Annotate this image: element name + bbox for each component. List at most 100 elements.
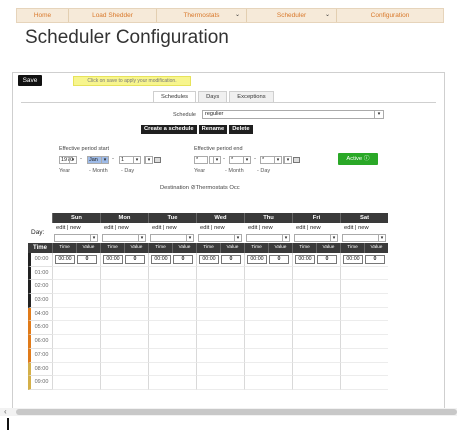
- schedule-cell[interactable]: [100, 294, 148, 308]
- day-select[interactable]: ▾: [294, 234, 338, 242]
- schedule-cell[interactable]: [244, 294, 292, 308]
- edit-new-link[interactable]: edit | new: [52, 223, 100, 233]
- schedule-cell[interactable]: 00:00 0: [340, 253, 388, 267]
- schedule-cell[interactable]: [52, 321, 100, 336]
- end-month-select[interactable]: * ▾: [229, 156, 251, 164]
- edit-new-link[interactable]: edit | new: [100, 223, 148, 233]
- schedule-cell[interactable]: [244, 280, 292, 295]
- schedule-cell[interactable]: [148, 362, 196, 377]
- schedule-cell[interactable]: [196, 376, 244, 390]
- schedule-cell[interactable]: [292, 335, 340, 349]
- edit-new-link[interactable]: edit | new: [196, 223, 244, 233]
- destination-value[interactable]: Thermostats Occ: [196, 185, 240, 191]
- start-year-select[interactable]: 1970 ▾: [59, 156, 77, 164]
- start-day-select[interactable]: 1 ▾: [119, 156, 141, 164]
- schedule-cell[interactable]: [148, 321, 196, 336]
- chevron-left-icon[interactable]: ‹: [4, 407, 7, 416]
- schedule-cell[interactable]: [148, 266, 196, 281]
- nav-load-shedder[interactable]: Load Shedder: [69, 9, 157, 22]
- schedule-cell[interactable]: [52, 348, 100, 363]
- schedule-cell[interactable]: [52, 307, 100, 322]
- schedule-cell[interactable]: [292, 362, 340, 377]
- day-select[interactable]: ▾: [150, 234, 194, 242]
- schedule-cell[interactable]: [148, 335, 196, 349]
- schedule-cell[interactable]: [100, 321, 148, 336]
- edit-new-link[interactable]: edit | new: [292, 223, 340, 233]
- schedule-cell[interactable]: [340, 307, 388, 322]
- end-extra-select[interactable]: ▾: [283, 156, 292, 164]
- schedule-cell[interactable]: [244, 348, 292, 363]
- time-input[interactable]: 00:00: [343, 255, 363, 264]
- scrollbar-thumb[interactable]: [16, 409, 457, 415]
- schedule-cell[interactable]: 00:00 0: [196, 253, 244, 267]
- edit-new-link[interactable]: edit | new: [244, 223, 292, 233]
- nav-configuration[interactable]: Configuration: [337, 9, 443, 22]
- schedule-select[interactable]: regulier ▾: [202, 110, 384, 119]
- delete-button[interactable]: Delete: [229, 125, 253, 134]
- schedule-cell[interactable]: 00:00 0: [244, 253, 292, 267]
- schedule-cell[interactable]: [340, 266, 388, 281]
- schedule-cell[interactable]: [100, 307, 148, 322]
- start-extra-select[interactable]: ▾: [144, 156, 153, 164]
- schedule-cell[interactable]: [244, 362, 292, 377]
- active-button[interactable]: Active ⓘ: [338, 153, 378, 165]
- schedule-cell[interactable]: [100, 362, 148, 377]
- time-input[interactable]: 00:00: [295, 255, 315, 264]
- schedule-cell[interactable]: [196, 280, 244, 295]
- schedule-cell[interactable]: [100, 348, 148, 363]
- schedule-cell[interactable]: [148, 307, 196, 322]
- schedule-cell[interactable]: [292, 294, 340, 308]
- save-button[interactable]: Save: [18, 75, 42, 86]
- horizontal-scrollbar[interactable]: ‹: [0, 407, 457, 416]
- value-input[interactable]: 0: [173, 255, 193, 264]
- schedule-cell[interactable]: [244, 266, 292, 281]
- value-input[interactable]: 0: [317, 255, 337, 264]
- schedule-cell[interactable]: [196, 348, 244, 363]
- day-select[interactable]: ▾: [102, 234, 146, 242]
- day-select[interactable]: ▾: [54, 234, 98, 242]
- schedule-cell[interactable]: [196, 335, 244, 349]
- nav-thermostats[interactable]: Thermostats ⌄: [157, 9, 247, 22]
- schedule-cell[interactable]: [100, 266, 148, 281]
- day-select[interactable]: ▾: [198, 234, 242, 242]
- tab-exceptions[interactable]: Exceptions: [229, 91, 274, 102]
- day-select[interactable]: ▾: [342, 234, 386, 242]
- tab-schedules[interactable]: Schedules: [153, 91, 197, 102]
- schedule-cell[interactable]: [100, 280, 148, 295]
- nav-scheduler[interactable]: Scheduler ⌄: [247, 9, 337, 22]
- schedule-cell[interactable]: [340, 376, 388, 390]
- schedule-cell[interactable]: [196, 362, 244, 377]
- edit-new-link[interactable]: edit | new: [148, 223, 196, 233]
- schedule-cell[interactable]: [148, 280, 196, 295]
- calendar-icon[interactable]: [293, 157, 300, 163]
- time-input[interactable]: 00:00: [247, 255, 267, 264]
- schedule-cell[interactable]: [292, 376, 340, 390]
- end-day-select[interactable]: * ▾: [260, 156, 282, 164]
- value-input[interactable]: 0: [365, 255, 385, 264]
- schedule-cell[interactable]: [340, 321, 388, 336]
- schedule-cell[interactable]: [292, 280, 340, 295]
- schedule-cell[interactable]: [244, 335, 292, 349]
- time-input[interactable]: 00:00: [55, 255, 75, 264]
- edit-new-link[interactable]: edit | new: [340, 223, 388, 233]
- schedule-cell[interactable]: [52, 280, 100, 295]
- schedule-cell[interactable]: [244, 321, 292, 336]
- schedule-cell[interactable]: [148, 376, 196, 390]
- time-input[interactable]: 00:00: [103, 255, 123, 264]
- schedule-cell[interactable]: 00:00 0: [292, 253, 340, 267]
- day-select[interactable]: ▾: [246, 234, 290, 242]
- rename-button[interactable]: Rename: [198, 125, 228, 134]
- create-schedule-button[interactable]: Create a schedule: [141, 125, 197, 134]
- schedule-cell[interactable]: [100, 376, 148, 390]
- schedule-cell[interactable]: [244, 376, 292, 390]
- start-month-select[interactable]: Jan ▾: [87, 156, 109, 164]
- schedule-cell[interactable]: 00:00 0: [148, 253, 196, 267]
- schedule-cell[interactable]: [100, 335, 148, 349]
- calendar-icon[interactable]: [154, 157, 161, 163]
- schedule-cell[interactable]: [340, 335, 388, 349]
- schedule-cell[interactable]: [52, 335, 100, 349]
- schedule-cell[interactable]: [196, 307, 244, 322]
- schedule-cell[interactable]: 00:00 0: [100, 253, 148, 267]
- value-input[interactable]: 0: [221, 255, 241, 264]
- value-input[interactable]: 0: [77, 255, 97, 264]
